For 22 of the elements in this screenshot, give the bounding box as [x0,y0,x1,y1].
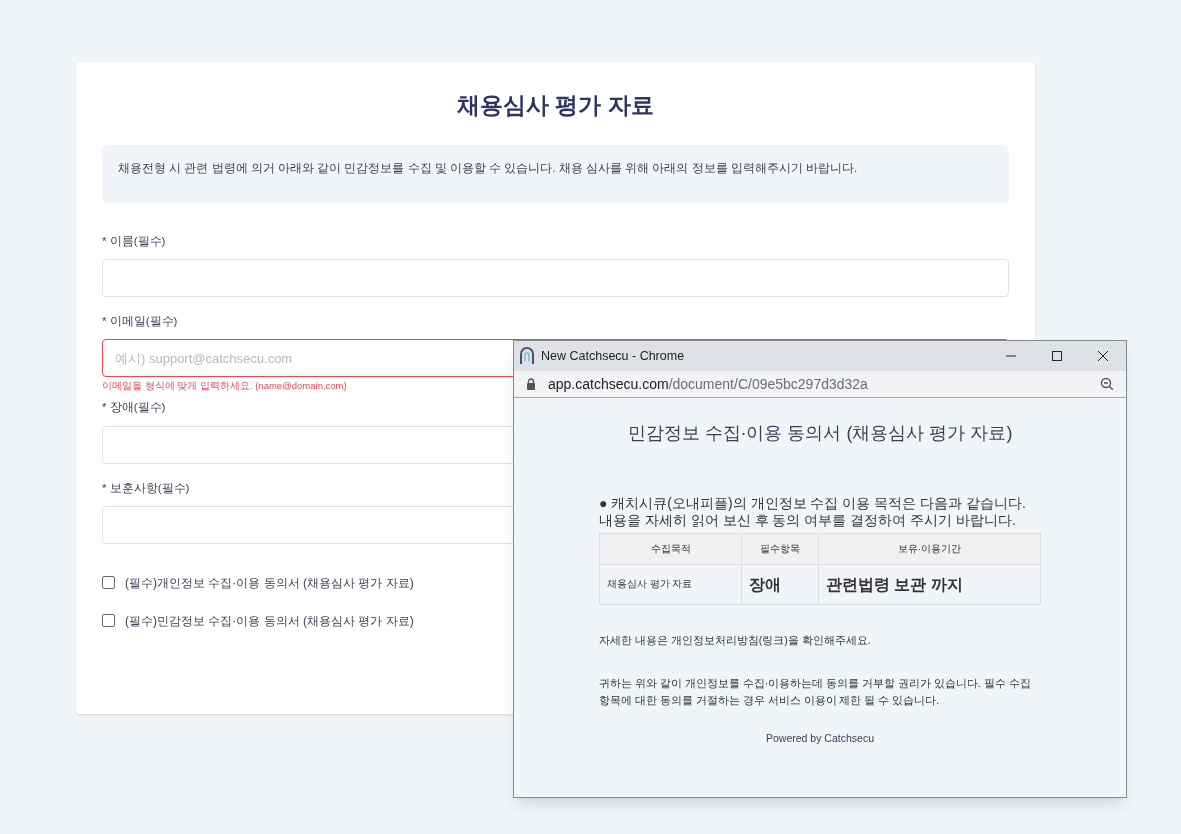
url-text: app.catchsecu.com/document/C/09e5bc297d3d32a [548,374,868,394]
details-text: 자세한 내용은 개인정보처리방침(링크)을 확인해주세요. [599,633,872,648]
column-header: 보유·이용기간 [818,533,1041,565]
intro-text: ● 캐치시큐(오내피플)의 개인정보 수집 이용 목적은 다음과 같습니다. 내용을 자세히 읽어 보신 후 동의 여부를 결정하여 주시기 바랍니다. [599,495,1027,529]
form-title: 채용심사 평가 자료 [456,91,655,120]
error-message: 이메일을 형식에 맞게 입력하세요. (name@domain.com) [102,379,347,393]
consent-label: (필수)민감정보 수집·이용 동의서 (채용심사 평가 자료) [125,612,414,630]
powered-by-text: Powered by Catchsecu [765,730,875,746]
column-header: 필수항목 [741,533,819,565]
rights-text: 귀하는 위와 같이 개인정보를 수집·이용하는데 동의를 거부할 권리가 있습니다. 필수 수집 항목에 대한 동의를 거절하는 경우 서비스 이용이 제한 될 수 있습니다. [599,675,1032,708]
table-cell: 채용심사 평가 자료 [599,564,742,605]
column-header: 수집목적 [599,533,742,565]
field-label: * 이름(필수) [102,233,167,249]
field-label: * 이메일(필수) [102,313,179,329]
field-label: * 장애(필수) [102,400,167,416]
consent-label: (필수)개인정보 수집·이용 동의서 (채용심사 평가 자료) [125,574,414,592]
notice-text: 채용전형 시 관련 법령에 의거 아래와 같이 민감정보를 수집 및 이용할 수 있습니다. 채용 심사를 위해 아래의 정보를 입력해주시기 바랍니다. [118,160,859,176]
table-cell: 장애 [741,564,819,605]
window-title: New Catchsecu - Chrome [541,347,685,365]
table-cell: 관련법령 보관 까지 [818,564,1041,605]
field-label: * 보훈사항(필수) [102,480,191,496]
document-heading: 민감정보 수집·이용 동의서 (채용심사 평가 자료) [626,422,1014,445]
